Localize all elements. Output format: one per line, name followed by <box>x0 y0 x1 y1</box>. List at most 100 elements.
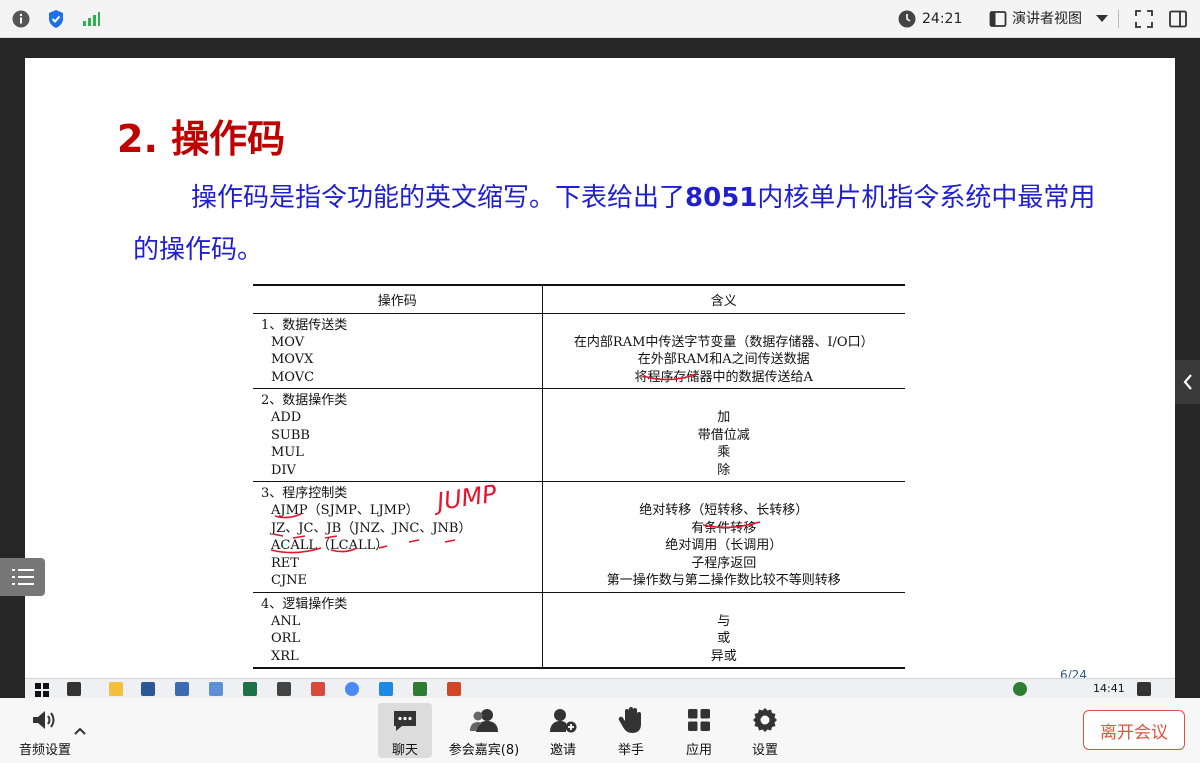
opcode: JZ、JC、JB（JNZ、JNC、JNB） <box>271 520 472 536</box>
opcode: MOVX <box>271 352 314 367</box>
gear-icon <box>752 705 778 735</box>
opcode-cell: 3、程序控制类 AJMP（SJMP、LJMP） JZ、JC、JB（JNZ、JNC… <box>253 481 543 593</box>
annotation-menu-handle[interactable] <box>0 558 45 596</box>
speaker-icon <box>30 705 60 735</box>
opcode: ACALL（LCALL） <box>271 538 389 553</box>
windows-start-icon <box>35 682 49 697</box>
shared-slide: 2. 操作码 操作码是指令功能的英文缩写。下表给出了8051内核单片机指令系统中… <box>25 58 1175 698</box>
opcode: MOVC <box>271 369 315 385</box>
settings-button[interactable]: 设置 <box>742 703 788 758</box>
meeting-timer: 24:21 <box>922 11 963 27</box>
settings-label: 设置 <box>751 743 778 758</box>
paragraph-bold: 8051 <box>685 183 758 213</box>
table-row: 2、数据操作类 ADD SUBB MUL DIV 加 带借位减 乘 除 <box>253 388 906 482</box>
apps-grid-icon <box>687 705 711 735</box>
excel-icon <box>243 682 257 696</box>
hand-icon <box>618 705 644 735</box>
opcode: DIV <box>271 462 296 478</box>
slide-paragraph: 操作码是指令功能的英文缩写。下表给出了8051内核单片机指令系统中最常用的操作码… <box>133 172 1113 276</box>
chevron-up-icon[interactable] <box>74 720 86 739</box>
chrome-icon <box>345 682 359 696</box>
participants-button[interactable]: 参会嘉宾(8) <box>444 703 524 758</box>
app-icon <box>209 682 223 696</box>
header-meaning: 含义 <box>542 284 905 314</box>
folder-icon <box>109 682 123 696</box>
caret-down-icon[interactable] <box>1092 9 1112 29</box>
shield-icon[interactable] <box>46 9 66 29</box>
chat-label: 聊天 <box>391 743 418 758</box>
signal-icon[interactable] <box>81 9 101 29</box>
powerpoint-icon <box>447 682 461 696</box>
meaning-cell: 在内部RAM中传送字节变量（数据存储器、I/O口） 在外部RAM和A之间传送数据… <box>542 313 905 389</box>
meaning-cell: 绝对转移（短转移、长转移） 有条件转移 绝对调用（长调用） 子程序返回 第一操作… <box>542 481 905 593</box>
opcode: ANL <box>271 613 301 629</box>
apps-label: 应用 <box>685 743 712 758</box>
raise-hand-label: 举手 <box>617 743 644 758</box>
meaning: 将程序存储器中的数据传送给A <box>634 369 813 385</box>
table-row: 1、数据传送类 MOV MOVX MOVC 在内部RAM中传送字节变量（数据存储… <box>253 313 905 389</box>
opcode: CJNE <box>271 573 308 588</box>
meaning: 绝对调用（长调用） <box>665 538 783 553</box>
top-bar: 24:21 演讲者视图 <box>0 0 1200 38</box>
meaning: 在外部RAM和A之间传送数据 <box>637 352 810 367</box>
opcode-cell: 4、逻辑操作类 ANL ORL XRL <box>253 592 543 669</box>
meaning: 异或 <box>710 648 737 664</box>
table-row: 3、程序控制类 AJMP（SJMP、LJMP） JZ、JC、JB（JNZ、JNC… <box>253 481 905 593</box>
meeting-app-icon <box>379 682 393 696</box>
collapse-panel-handle[interactable] <box>1175 360 1200 404</box>
app-icon <box>277 682 291 696</box>
audio-settings-button[interactable]: 音频设置 <box>14 703 76 758</box>
word-icon <box>141 682 155 696</box>
opcode-cell: 2、数据操作类 ADD SUBB MUL DIV <box>253 388 543 482</box>
opcode-cell: 1、数据传送类 MOV MOVX MOVC <box>253 313 543 389</box>
meaning: 与 <box>717 613 731 629</box>
meeting-toolbar: 音频设置 聊天 参会嘉宾(8) 邀请 举手 应用 设置 离开会议 <box>0 698 1200 763</box>
category-label: 1、数据传送类 <box>261 317 348 333</box>
category-label: 3、程序控制类 <box>261 486 348 501</box>
participants-icon <box>469 705 499 735</box>
meaning: 除 <box>717 462 731 478</box>
category-label: 4、逻辑操作类 <box>261 596 348 612</box>
meaning: 或 <box>717 631 731 646</box>
meaning: 乘 <box>717 445 731 460</box>
paragraph-text-1: 操作码是指令功能的英文缩写。下表给出了 <box>191 183 686 213</box>
sidebar-toggle-icon[interactable] <box>1168 9 1188 29</box>
clock-icon <box>897 9 917 29</box>
divider <box>1118 10 1119 28</box>
notification-icon <box>1137 682 1151 696</box>
opcode: MUL <box>271 445 304 460</box>
fullscreen-icon[interactable] <box>1134 9 1154 29</box>
list-icon <box>11 569 34 585</box>
opcode: AJMP（SJMP、LJMP） <box>271 503 419 518</box>
slide-title: 2. 操作码 <box>117 117 286 161</box>
opcode: SUBB <box>271 427 310 443</box>
meaning-cell: 与 或 异或 <box>542 592 906 669</box>
raise-hand-button[interactable]: 举手 <box>608 703 654 758</box>
presenter-view-icon[interactable] <box>988 9 1008 29</box>
invite-label: 邀请 <box>549 743 576 758</box>
info-icon[interactable] <box>11 9 31 29</box>
apps-button[interactable]: 应用 <box>676 703 722 758</box>
meaning: 带借位减 <box>697 427 750 443</box>
audio-settings-label: 音频设置 <box>18 743 71 758</box>
header-opcode: 操作码 <box>253 284 543 314</box>
opcode-table: 操作码 含义 1、数据传送类 MOV MOVX MOVC 在内部RAM中传送字节… <box>253 284 905 669</box>
opcode: XRL <box>271 648 299 664</box>
add-user-icon <box>549 705 577 735</box>
app-icon <box>67 682 81 696</box>
category-label: 2、数据操作类 <box>261 393 348 408</box>
invite-button[interactable]: 邀请 <box>540 703 586 758</box>
app-icon <box>175 682 189 696</box>
table-row: 4、逻辑操作类 ANL ORL XRL 与 或 异或 <box>253 592 906 669</box>
chat-button[interactable]: 聊天 <box>378 703 432 758</box>
participants-label: 参会嘉宾(8) <box>448 743 520 758</box>
shared-windows-taskbar: 14:41 <box>25 678 1175 698</box>
taskbar-clock: 14:41 <box>1093 682 1125 695</box>
view-mode-label[interactable]: 演讲者视图 <box>1012 10 1082 28</box>
leave-meeting-button[interactable]: 离开会议 <box>1083 710 1185 750</box>
chat-icon <box>392 705 418 735</box>
meaning: 第一操作数与第二操作数比较不等则转移 <box>606 573 841 588</box>
